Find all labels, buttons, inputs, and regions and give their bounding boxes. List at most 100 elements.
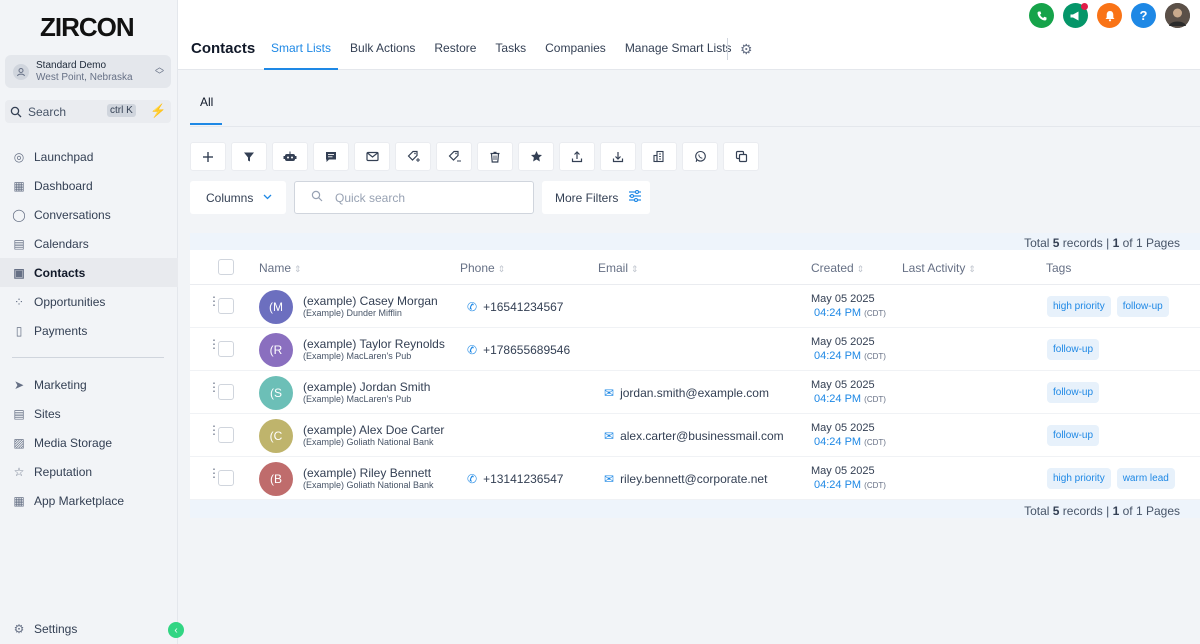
add-icon[interactable] [190,142,226,171]
search-icon [10,106,22,117]
sidebar-item-calendars[interactable]: ▤ Calendars [0,229,178,258]
sidebar-item-contacts[interactable]: ▣ Contacts [0,258,178,287]
phone-icon[interactable] [1029,3,1054,28]
user-avatar[interactable] [1165,3,1190,28]
tag[interactable]: high priority [1047,296,1111,317]
sidebar-item-payments[interactable]: ▯ Payments [0,316,178,345]
brand-logo[interactable]: ZIRCON [40,12,135,43]
email-icon[interactable] [354,142,390,171]
contact-phone[interactable]: ✆ +178655689546 [467,343,570,357]
column-name[interactable]: Name ⇕ [259,261,302,275]
row-checkbox[interactable] [218,298,234,314]
tab-bulk-actions[interactable]: Bulk Actions [343,41,422,70]
contact-email[interactable]: ✉ jordan.smith@example.com [604,386,769,400]
created-date: May 05 2025 [811,379,875,391]
contact-phone[interactable]: ✆ +13141236547 [467,472,563,486]
collapse-sidebar-button[interactable]: ‹ [168,622,184,638]
megaphone-icon[interactable] [1063,3,1088,28]
table-row[interactable]: ⋮ (S (example) Jordan Smith (Example) Ma… [190,371,1200,414]
robot-icon[interactable] [272,142,308,171]
subtab-all[interactable]: All [190,82,222,125]
avatar: (R [259,333,293,367]
quick-search-input[interactable]: Quick search [294,181,534,214]
account-switcher[interactable]: Standard Demo West Point, Nebraska ︿ ﹀ [5,55,171,88]
sidebar-item-app-marketplace[interactable]: ▦ App Marketplace [0,486,178,515]
duplicate-icon[interactable] [723,142,759,171]
sidebar-item-label: Launchpad [34,149,94,164]
sidebar-item-label: Opportunities [34,294,106,309]
sidebar-nav-settings: ⚙ Settings [0,614,178,643]
filter-icon[interactable] [231,142,267,171]
contact-name[interactable]: (example) Riley Bennett [303,466,431,480]
column-created[interactable]: Created ⇕ [811,261,864,275]
tab-companies[interactable]: Companies [538,41,613,70]
created-date: May 05 2025 [811,465,875,477]
search-bar[interactable]: Search ctrl K ⚡ [5,100,171,123]
sidebar-item-sites[interactable]: ▤ Sites [0,399,178,428]
sidebar-item-settings[interactable]: ⚙ Settings [0,614,178,643]
contact-email[interactable]: ✉ riley.bennett@corporate.net [604,472,767,486]
tag[interactable]: high priority [1047,468,1111,489]
bell-icon[interactable] [1097,3,1122,28]
remove-tag-icon[interactable] [436,142,472,171]
tab-tasks[interactable]: Tasks [488,41,533,70]
star-icon[interactable] [518,142,554,171]
email-icon: ✉ [604,472,615,486]
more-filters-button[interactable]: More Filters [542,181,650,214]
tag[interactable]: follow-up [1047,339,1100,360]
contact-name[interactable]: (example) Jordan Smith [303,380,430,394]
sidebar-item-launchpad[interactable]: ◎ Launchpad [0,142,178,171]
notification-dot [1081,3,1088,10]
message-icon[interactable] [313,142,349,171]
column-tags[interactable]: Tags [1046,261,1071,275]
contact-company: (Example) MacLaren's Pub [303,394,412,404]
row-checkbox[interactable] [218,341,234,357]
row-checkbox[interactable] [218,384,234,400]
whatsapp-icon[interactable] [682,142,718,171]
avatar: (B [259,462,293,496]
tag[interactable]: follow-up [1116,296,1169,317]
column-phone[interactable]: Phone ⇕ [460,261,505,275]
tag[interactable]: follow-up [1047,425,1100,446]
column-email[interactable]: Email ⇕ [598,261,639,275]
company-icon[interactable] [641,142,677,171]
contacts-table: Name ⇕ Phone ⇕ Email ⇕ Created ⇕ Last Activi… [190,250,1200,500]
avatar: (C [259,419,293,453]
bolt-icon[interactable]: ⚡ [150,103,166,119]
import-icon[interactable] [600,142,636,171]
sidebar-item-dashboard[interactable]: ▦ Dashboard [0,171,178,200]
sidebar-item-media-storage[interactable]: ▨ Media Storage [0,428,178,457]
tag[interactable]: follow-up [1047,382,1100,403]
select-all-checkbox[interactable] [218,259,234,275]
delete-icon[interactable] [477,142,513,171]
table-row[interactable]: ⋮ (C (example) Alex Doe Carter (Example)… [190,414,1200,457]
quick-search-placeholder: Quick search [335,190,406,205]
table-row[interactable]: ⋮ (R (example) Taylor Reynolds (Example)… [190,328,1200,371]
tab-manage-smart-lists[interactable]: Manage Smart Lists [618,41,739,70]
sidebar-item-conversations[interactable]: ◯ Conversations [0,200,178,229]
sidebar-item-opportunities[interactable]: ⁘ Opportunities [0,287,178,316]
contact-name[interactable]: (example) Casey Morgan [303,294,438,308]
tab-smart-lists[interactable]: Smart Lists [264,41,339,70]
columns-dropdown[interactable]: Columns [190,181,286,214]
table-row[interactable]: ⋮ (M (example) Casey Morgan (Example) Du… [190,285,1200,328]
email-icon: ✉ [604,386,615,400]
export-icon[interactable] [559,142,595,171]
table-row[interactable]: ⋮ (B (example) Riley Bennett (Example) G… [190,457,1200,500]
contact-name[interactable]: (example) Taylor Reynolds [303,337,445,351]
contact-name[interactable]: (example) Alex Doe Carter [303,423,444,437]
sidebar-nav-primary: ◎ Launchpad ▦ Dashboard ◯ Conversations ▤ Ca… [0,142,178,345]
tag[interactable]: warm lead [1116,468,1175,489]
row-checkbox[interactable] [218,470,234,486]
help-icon[interactable]: ? [1131,3,1156,28]
sidebar-item-reputation[interactable]: ☆ Reputation [0,457,178,486]
contact-email[interactable]: ✉ alex.carter@businessmail.com [604,429,784,443]
column-last-activity[interactable]: Last Activity ⇕ [902,261,976,275]
gear-icon[interactable]: ⚙ [740,41,753,58]
add-tag-icon[interactable] [395,142,431,171]
row-checkbox[interactable] [218,427,234,443]
sidebar-item-label: Conversations [34,207,111,222]
sidebar-item-marketing[interactable]: ➤ Marketing [0,370,178,399]
tab-restore[interactable]: Restore [427,41,483,70]
contact-phone[interactable]: ✆ +16541234567 [467,300,563,314]
